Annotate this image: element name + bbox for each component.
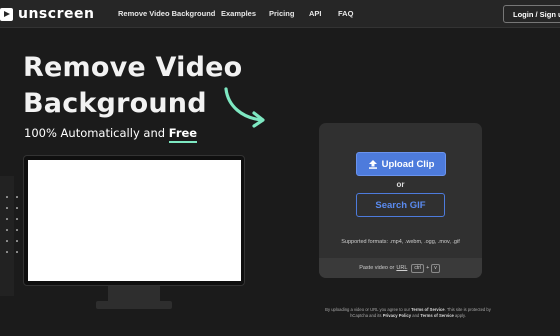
headline-line-2: Background	[23, 88, 207, 119]
nav-remove-video-background[interactable]: Remove Video Background	[118, 9, 215, 18]
monitor-screen	[28, 160, 241, 281]
monitor-stand-base	[96, 301, 172, 309]
dot-grid-decoration	[6, 196, 20, 262]
terms-of-service-link[interactable]: Terms of Service	[411, 307, 444, 312]
monitor-stand	[108, 286, 160, 301]
paste-bar: Paste video or URL ctrl + v	[319, 258, 482, 278]
login-signup-button[interactable]: Login / Sign up	[503, 5, 560, 23]
headline-line-1: Remove Video	[23, 52, 243, 83]
v-key: v	[431, 263, 440, 273]
nav-pricing[interactable]: Pricing	[269, 9, 294, 18]
top-navbar: unscreen Remove Video Background Example…	[0, 0, 560, 28]
play-icon	[0, 7, 13, 21]
logo-text: unscreen	[18, 6, 95, 22]
nav-faq[interactable]: FAQ	[338, 9, 353, 18]
curved-arrow-icon	[224, 87, 265, 128]
logo[interactable]: unscreen	[0, 6, 94, 22]
upload-clip-label: Upload Clip	[381, 158, 435, 170]
plus-sign: +	[426, 265, 430, 271]
upload-icon	[368, 160, 377, 169]
upload-clip-button[interactable]: Upload Clip	[356, 152, 446, 176]
upload-panel: Upload Clip or Search GIF Supported form…	[319, 123, 482, 278]
hero-subtitle: 100% Automatically and Free	[24, 126, 198, 143]
legal-text-4: apply.	[453, 313, 466, 318]
monitor-illustration	[23, 155, 245, 286]
nav-examples[interactable]: Examples	[221, 9, 256, 18]
hcaptcha-terms-link[interactable]: Terms of Service	[420, 313, 453, 318]
privacy-policy-link[interactable]: Privacy Policy	[383, 313, 411, 318]
search-gif-button[interactable]: Search GIF	[356, 193, 445, 217]
or-separator: or	[396, 180, 405, 189]
supported-formats-text: Supported formats: .mp4, .webm, .ogg, .m…	[341, 239, 460, 245]
legal-text-1: By uploading a video or URL you agree to…	[325, 307, 412, 312]
nav-api[interactable]: API	[309, 9, 322, 18]
subtitle-prefix: 100% Automatically and	[24, 126, 169, 140]
subtitle-free: Free	[168, 126, 198, 143]
paste-url-link[interactable]: URL	[396, 265, 407, 271]
ctrl-key: ctrl	[411, 263, 425, 273]
legal-notice: By uploading a video or URL you agree to…	[318, 307, 498, 319]
paste-prefix: Paste video or	[359, 265, 395, 271]
